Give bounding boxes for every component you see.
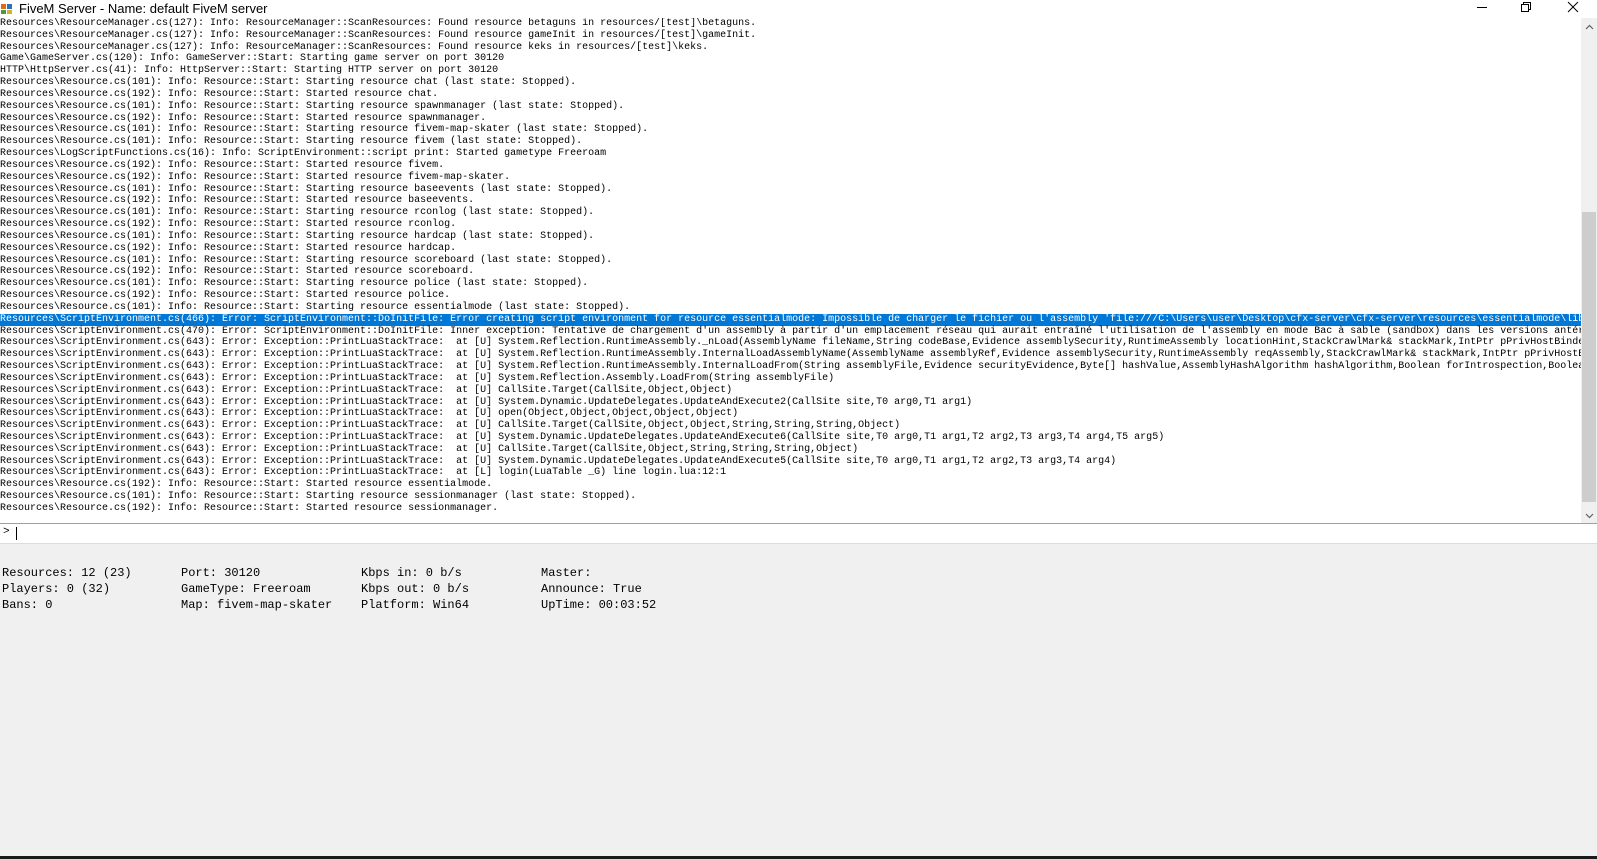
log-line[interactable]: Resources\ScriptEnvironment.cs(643): Err… — [0, 420, 1581, 432]
restore-button[interactable] — [1504, 0, 1548, 18]
log-line[interactable]: Resources\Resource.cs(192): Info: Resour… — [0, 113, 1581, 125]
log-line[interactable]: Resources\ScriptEnvironment.cs(643): Err… — [0, 361, 1581, 373]
log-line-selected[interactable]: Resources\ScriptEnvironment.cs(466): Err… — [0, 313, 1581, 326]
status-master: Master: — [541, 566, 592, 580]
log-line[interactable]: Resources\Resource.cs(192): Info: Resour… — [0, 243, 1581, 255]
log-line[interactable]: Resources\ResourceManager.cs(127): Info:… — [0, 42, 1581, 54]
scroll-down-button[interactable] — [1581, 507, 1597, 523]
status-column-network: Kbps in: 0 b/s Kbps out: 0 b/s Platform:… — [361, 565, 469, 613]
status-map: Map: fivem-map-skater — [181, 598, 333, 612]
log-line[interactable]: Resources\ScriptEnvironment.cs(643): Err… — [0, 408, 1581, 420]
log-line[interactable]: Resources\Resource.cs(192): Info: Resour… — [0, 290, 1581, 302]
log-line[interactable]: Resources\ResourceManager.cs(127): Info:… — [0, 30, 1581, 42]
log-line[interactable]: Resources\Resource.cs(192): Info: Resour… — [0, 266, 1581, 278]
log-line[interactable]: Resources\Resource.cs(101): Info: Resour… — [0, 302, 1581, 314]
status-port: Port: 30120 — [181, 566, 261, 580]
log-line[interactable]: Resources\Resource.cs(192): Info: Resour… — [0, 89, 1581, 101]
log-line[interactable]: Resources\ScriptEnvironment.cs(643): Err… — [0, 385, 1581, 397]
log-line[interactable]: Resources\Resource.cs(101): Info: Resour… — [0, 136, 1581, 148]
restore-icon — [1520, 0, 1532, 18]
log-line[interactable]: Resources\Resource.cs(101): Info: Resour… — [0, 184, 1581, 196]
log-line[interactable]: Resources\ScriptEnvironment.cs(643): Err… — [0, 444, 1581, 456]
close-icon — [1567, 0, 1579, 18]
console-log[interactable]: Resources\ResourceManager.cs(127): Info:… — [0, 18, 1581, 523]
status-column-resources: Resources: 12 (23) Players: 0 (32) Bans:… — [2, 565, 132, 613]
log-line[interactable]: Resources\ScriptEnvironment.cs(643): Err… — [0, 373, 1581, 385]
fivem-app-icon — [1, 2, 13, 14]
minimize-button[interactable] — [1460, 0, 1504, 18]
status-gametype: GameType: Freeroam — [181, 582, 311, 596]
status-resources: Resources: 12 (23) — [2, 566, 132, 580]
window-title: FiveM Server - Name: default FiveM serve… — [19, 1, 268, 16]
log-line[interactable]: Resources\Resource.cs(192): Info: Resour… — [0, 219, 1581, 231]
log-line[interactable]: Resources\ScriptEnvironment.cs(643): Err… — [0, 432, 1581, 444]
close-button[interactable] — [1551, 0, 1595, 18]
log-line[interactable]: Resources\Resource.cs(192): Info: Resour… — [0, 172, 1581, 184]
status-uptime: UpTime: 00:03:52 — [541, 598, 657, 612]
status-kbps-out: Kbps out: 0 b/s — [361, 582, 470, 596]
status-column-server: Port: 30120 GameType: Freeroam Map: five… — [181, 565, 332, 613]
log-line[interactable]: Resources\LogScriptFunctions.cs(16): Inf… — [0, 148, 1581, 160]
log-line[interactable]: Resources\ScriptEnvironment.cs(643): Err… — [0, 397, 1581, 409]
console-scrollbar[interactable] — [1581, 18, 1597, 523]
status-announce: Announce: True — [541, 582, 642, 596]
log-line[interactable]: Resources\ScriptEnvironment.cs(643): Err… — [0, 337, 1581, 349]
scroll-thumb[interactable] — [1582, 212, 1596, 502]
status-kbps-in: Kbps in: 0 b/s — [361, 566, 462, 580]
text-caret — [16, 527, 17, 540]
log-line[interactable]: Resources\ScriptEnvironment.cs(643): Err… — [0, 467, 1581, 479]
log-line[interactable]: Resources\Resource.cs(192): Info: Resour… — [0, 160, 1581, 172]
status-players: Players: 0 (32) — [2, 582, 111, 596]
status-bans: Bans: 0 — [2, 598, 53, 612]
log-line[interactable]: Resources\Resource.cs(101): Info: Resour… — [0, 124, 1581, 136]
status-column-master: Master: Announce: True UpTime: 00:03:52 — [541, 565, 656, 613]
log-line[interactable]: Resources\Resource.cs(192): Info: Resour… — [0, 479, 1581, 491]
status-platform: Platform: Win64 — [361, 598, 470, 612]
log-line[interactable]: Resources\Resource.cs(101): Info: Resour… — [0, 231, 1581, 243]
scroll-up-button[interactable] — [1581, 18, 1597, 34]
log-line[interactable]: Resources\Resource.cs(101): Info: Resour… — [0, 278, 1581, 290]
log-line[interactable]: Resources\ScriptEnvironment.cs(470): Err… — [0, 326, 1581, 338]
log-line[interactable]: Resources\Resource.cs(101): Info: Resour… — [0, 491, 1581, 503]
log-line[interactable]: Resources\Resource.cs(192): Info: Resour… — [0, 503, 1581, 515]
log-line[interactable]: Resources\ScriptEnvironment.cs(643): Err… — [0, 456, 1581, 468]
log-line[interactable]: HTTP\HttpServer.cs(41): Info: HttpServer… — [0, 65, 1581, 77]
chevron-up-icon — [1585, 17, 1594, 35]
log-line[interactable]: Resources\Resource.cs(101): Info: Resour… — [0, 101, 1581, 113]
log-line[interactable]: Resources\ResourceManager.cs(127): Info:… — [0, 18, 1581, 30]
log-line[interactable]: Resources\ScriptEnvironment.cs(643): Err… — [0, 349, 1581, 361]
minimize-icon — [1476, 0, 1488, 18]
log-line[interactable]: Resources\Resource.cs(101): Info: Resour… — [0, 207, 1581, 219]
log-line[interactable]: Resources\Resource.cs(192): Info: Resour… — [0, 195, 1581, 207]
chevron-down-icon — [1585, 506, 1594, 524]
log-line[interactable]: Game\GameServer.cs(120): Info: GameServe… — [0, 53, 1581, 65]
log-line[interactable]: Resources\Resource.cs(101): Info: Resour… — [0, 255, 1581, 267]
title-bar[interactable]: FiveM Server - Name: default FiveM serve… — [0, 0, 1597, 18]
log-line[interactable]: Resources\Resource.cs(101): Info: Resour… — [0, 77, 1581, 89]
command-prompt: > — [3, 526, 10, 538]
command-input[interactable]: > — [0, 523, 1597, 544]
